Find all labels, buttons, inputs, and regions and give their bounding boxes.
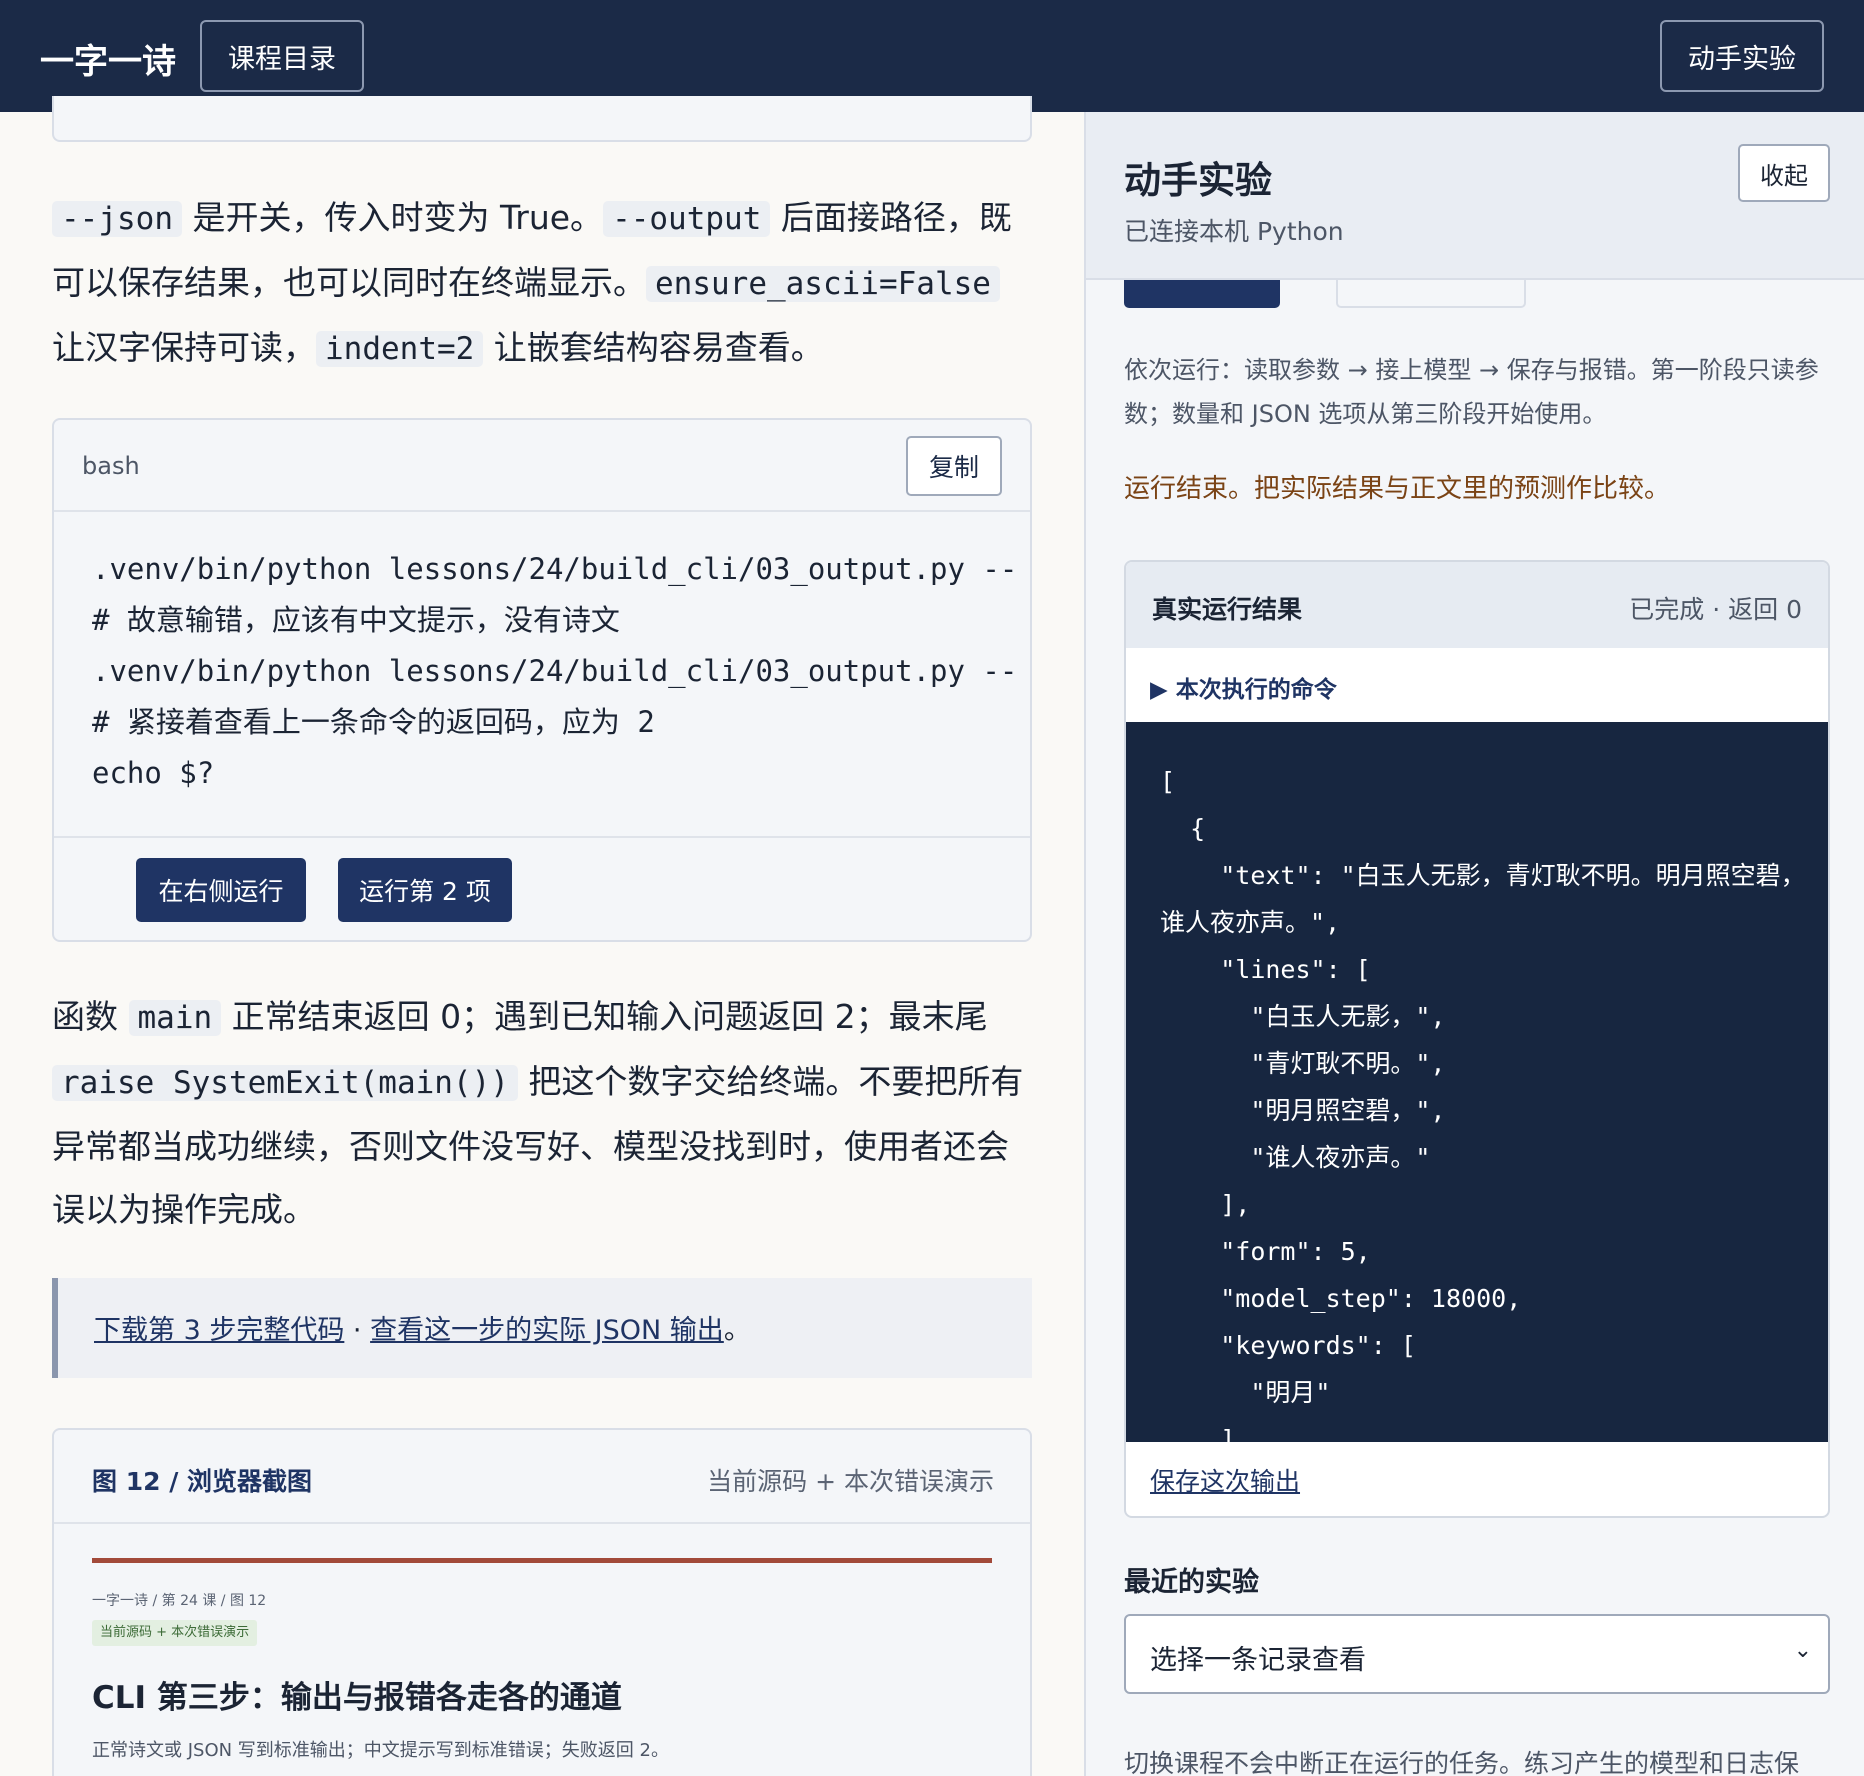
recent-experiments-select[interactable]: 选择一条记录查看 ⌄ [1124, 1614, 1830, 1694]
chevron-down-icon: ⌄ [1793, 1638, 1812, 1663]
connection-status: 已连接本机 Python [1124, 217, 1344, 246]
figure-breadcrumb: 一字一诗 / 第 24 课 / 图 12 [92, 1593, 267, 1609]
code-comment-line: # 紧接着查看上一条命令的返回码，应为 2 [92, 705, 655, 739]
paragraph-exit-codes: 函数 main 正常结束返回 0；遇到已知输入问题返回 2；最末尾 raise … [52, 997, 1024, 1229]
inline-code-json: --json [52, 201, 182, 237]
view-json-output-link[interactable]: 查看这一步的实际 JSON 输出 [370, 1315, 724, 1346]
recent-experiments-title: 最近的实验 [1124, 1567, 1259, 1598]
code-block-header: bash 复制 [54, 420, 1030, 512]
result-status-badge: 已完成 · 返回 0 [1629, 595, 1802, 624]
download-code-link[interactable]: 下载第 3 步完整代码 [94, 1315, 344, 1346]
lab-panel-title: 动手实验 [1124, 159, 1272, 202]
lab-tab-active[interactable] [1124, 280, 1280, 308]
executed-command-toggle[interactable]: ▶ 本次执行的命令 [1150, 670, 1337, 704]
result-title: 真实运行结果 [1152, 595, 1303, 624]
run-in-panel-button[interactable]: 在右侧运行 [136, 858, 306, 922]
paragraph-json-output: --json 是开关，传入时变为 True。 --output 后面接路径，既可以… [52, 198, 1012, 367]
code-line: .venv/bin/python lessons/24/build_cli/03… [92, 654, 1018, 688]
figure-header: 图 12 / 浏览器截图 当前源码 + 本次错误演示 [54, 1430, 1030, 1524]
figure-subtitle: 正常诗文或 JSON 写到标准输出；中文提示写到标准错误；失败返回 2。 [92, 1740, 669, 1761]
lab-toggle-button[interactable]: 动手实验 [1660, 20, 1824, 92]
lab-panel-header: 动手实验 已连接本机 Python 收起 [1086, 112, 1864, 280]
course-catalog-button[interactable]: 课程目录 [200, 20, 364, 92]
save-output-link[interactable]: 保存这次输出 [1150, 1462, 1300, 1498]
figure-card: 图 12 / 浏览器截图 当前源码 + 本次错误演示 一字一诗 / 第 24 课… [52, 1428, 1032, 1776]
inline-code-indent: indent=2 [316, 331, 484, 367]
code-block-bash: bash 复制 .venv/bin/python lessons/24/buil… [52, 418, 1032, 942]
lab-description: 依次运行：读取参数 → 接上模型 → 保存与报错。第一阶段只读参数；数量和 JS… [1124, 356, 1819, 428]
inline-code-systemexit: raise SystemExit(main()) [52, 1065, 518, 1101]
result-output-console[interactable]: [ { "text": "白玉人无影，青灯耿不明。明月照空碧，谁人夜亦声。", … [1126, 722, 1828, 1442]
run-item-2-button[interactable]: 运行第 2 项 [338, 858, 512, 922]
panel-footer-note: 切换课程不会中断正在运行的任务。练习产生的模型和日志保 [1124, 1749, 1800, 1776]
brand-logo[interactable]: 一字一诗 [40, 34, 176, 83]
figure-title: 图 12 / 浏览器截图 [92, 1467, 313, 1496]
lab-tab-inactive[interactable] [1336, 280, 1526, 308]
inline-code-main: main [128, 1000, 222, 1036]
collapse-panel-button[interactable]: 收起 [1738, 144, 1830, 202]
run-result-card: 真实运行结果 已完成 · 返回 0 ▶ 本次执行的命令 [ { "text": … [1124, 560, 1830, 1518]
note-text: 下载第 3 步完整代码 · 查看这一步的实际 JSON 输出。 [94, 1315, 751, 1346]
result-header: 真实运行结果 已完成 · 返回 0 [1126, 562, 1828, 648]
output-json-text: [ { "text": "白玉人无影，青灯耿不明。明月照空碧，谁人夜亦声。", … [1160, 767, 1806, 1442]
figure-accent-line [92, 1558, 992, 1563]
code-line: echo $? [92, 756, 215, 790]
copy-code-button[interactable]: 复制 [906, 436, 1002, 496]
inline-code-ensure-ascii: ensure_ascii=False [646, 266, 1000, 302]
figure-heading: CLI 第三步：输出与报错各走各的通道 [92, 1680, 622, 1716]
code-content[interactable]: .venv/bin/python lessons/24/build_cli/03… [92, 544, 1030, 799]
figure-badge: 当前源码 + 本次错误演示 [92, 1620, 258, 1646]
figure-caption: 当前源码 + 本次错误演示 [707, 1467, 994, 1496]
previous-card-bottom [52, 96, 1032, 142]
download-note: 下载第 3 步完整代码 · 查看这一步的实际 JSON 输出。 [52, 1278, 1032, 1378]
lab-panel: 动手实验 已连接本机 Python 收起 依次运行：读取参数 → 接上模型 → … [1084, 112, 1864, 1776]
run-status-message: 运行结束。把实际结果与正文里的预测作比较。 [1124, 474, 1671, 504]
inline-code-output: --output [603, 201, 771, 237]
code-language-label: bash [82, 452, 140, 480]
select-placeholder: 选择一条记录查看 [1150, 1645, 1366, 1676]
code-comment-line: # 故意输错，应该有中文提示，没有诗文 [92, 603, 620, 637]
code-line: .venv/bin/python lessons/24/build_cli/03… [92, 552, 1018, 586]
